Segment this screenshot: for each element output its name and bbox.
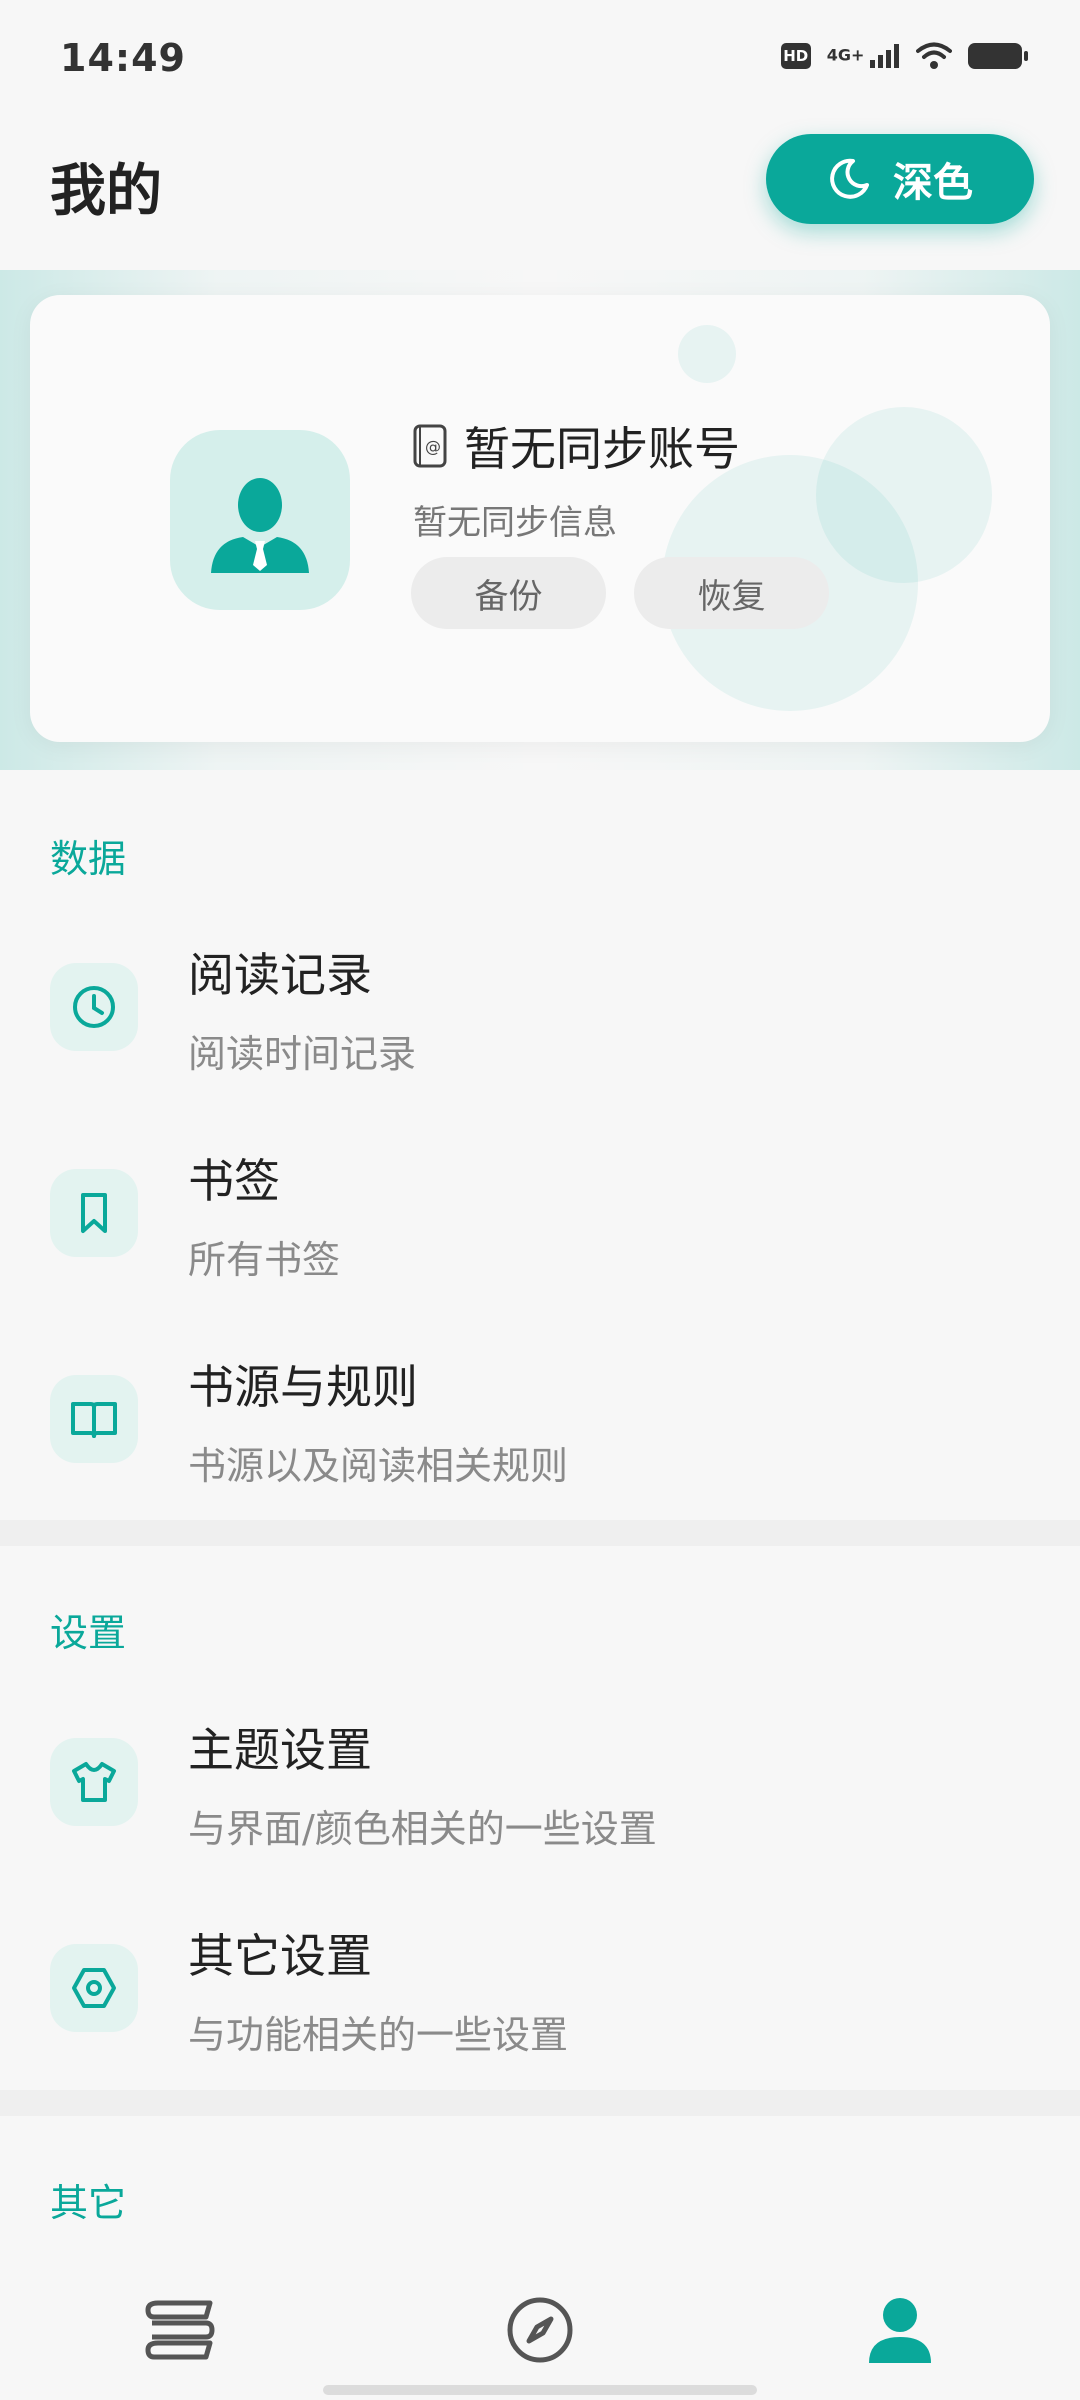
section-title-settings: 设置 xyxy=(50,1611,127,1655)
cellular-signal-icon: 4G+ xyxy=(827,44,900,68)
status-time: 14:49 xyxy=(60,36,186,80)
menu-item-theme-settings[interactable]: 主题设置 与界面/颜色相关的一些设置 xyxy=(0,1700,1080,1900)
bookshelf-icon xyxy=(145,2300,215,2360)
section-title-other: 其它 xyxy=(50,2181,127,2225)
bookmark-icon xyxy=(50,1169,138,1257)
menu-item-desc: 书源以及阅读相关规则 xyxy=(188,1444,569,1488)
backup-button[interactable]: 备份 xyxy=(411,557,606,629)
bottom-nav xyxy=(0,2270,1080,2400)
profile-card: @ 暂无同步账号 暂无同步信息 备份 恢复 xyxy=(30,295,1050,742)
header: 我的 深色 xyxy=(0,120,1080,240)
sync-info: 暂无同步信息 xyxy=(413,503,617,543)
menu-item-desc: 阅读时间记录 xyxy=(188,1032,417,1076)
account-book-icon: @ xyxy=(413,424,447,468)
nav-discover[interactable] xyxy=(480,2290,600,2370)
battery-icon xyxy=(968,43,1028,69)
status-icons: HD 4G+ xyxy=(780,42,1028,70)
hd-icon: HD xyxy=(780,43,811,69)
dark-mode-label: 深色 xyxy=(893,160,973,206)
clock-icon xyxy=(50,963,138,1051)
dark-mode-button[interactable]: 深色 xyxy=(766,134,1034,224)
menu-item-book-sources[interactable]: 书源与规则 书源以及阅读相关规则 xyxy=(0,1337,1080,1537)
user-avatar-icon xyxy=(211,478,309,573)
section-divider xyxy=(0,2090,1080,2116)
hex-gear-icon xyxy=(50,1944,138,2032)
account-name: 暂无同步账号 xyxy=(464,422,740,476)
account-row[interactable]: @ 暂无同步账号 xyxy=(412,413,740,479)
menu-item-label: 阅读记录 xyxy=(188,948,372,1002)
menu-item-desc: 与功能相关的一些设置 xyxy=(188,2013,569,2057)
restore-button[interactable]: 恢复 xyxy=(634,557,829,629)
section-title-data: 数据 xyxy=(50,837,127,881)
menu-item-reading-history[interactable]: 阅读记录 阅读时间记录 xyxy=(0,925,1080,1125)
moon-icon xyxy=(830,158,869,199)
menu-item-label: 书签 xyxy=(188,1154,280,1208)
profile-icon xyxy=(869,2298,931,2363)
nav-profile[interactable] xyxy=(840,2290,960,2370)
menu-item-bookmarks[interactable]: 书签 所有书签 xyxy=(0,1131,1080,1331)
tshirt-icon xyxy=(50,1738,138,1826)
menu-item-label: 书源与规则 xyxy=(188,1360,418,1414)
status-bar: 14:49 HD 4G+ xyxy=(0,0,1080,110)
decor-bubble xyxy=(678,325,736,383)
svg-text:@: @ xyxy=(425,437,441,456)
open-book-icon xyxy=(50,1375,138,1463)
menu-item-desc: 所有书签 xyxy=(188,1238,341,1282)
menu-item-label: 其它设置 xyxy=(188,1929,372,1983)
page-title: 我的 xyxy=(50,159,162,224)
home-indicator xyxy=(323,2385,757,2395)
avatar[interactable] xyxy=(170,430,350,610)
wifi-icon xyxy=(916,42,952,69)
menu-item-label: 主题设置 xyxy=(188,1723,372,1777)
section-divider xyxy=(0,1520,1080,1546)
menu-item-other-settings[interactable]: 其它设置 与功能相关的一些设置 xyxy=(0,1906,1080,2106)
menu-item-desc: 与界面/颜色相关的一些设置 xyxy=(188,1807,657,1851)
compass-icon xyxy=(507,2297,573,2363)
nav-bookshelf[interactable] xyxy=(120,2290,240,2370)
